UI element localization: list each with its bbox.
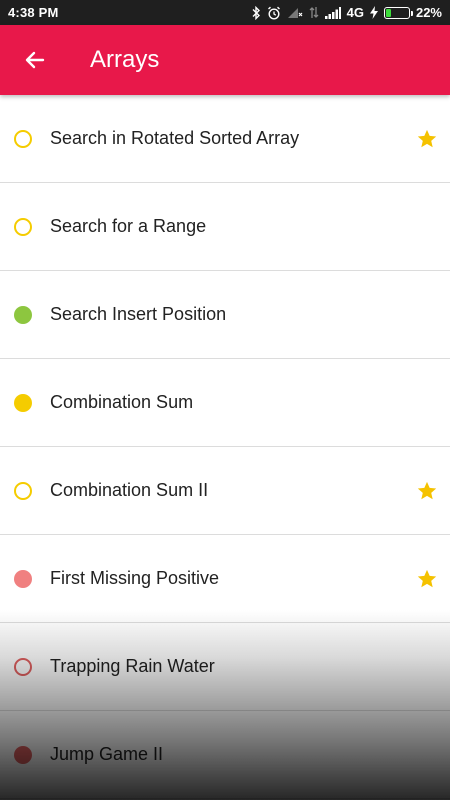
signal-off-icon bbox=[287, 7, 303, 19]
status-dot-icon bbox=[14, 217, 32, 236]
network-type: 4G bbox=[346, 5, 364, 20]
list-item-label: Search Insert Position bbox=[50, 304, 227, 324]
list-item[interactable]: Search for a Range bbox=[0, 183, 450, 271]
status-bar: 4:38 PM 4G 22% bbox=[0, 0, 450, 25]
status-dot-icon bbox=[14, 657, 32, 676]
status-dot-icon bbox=[14, 569, 32, 588]
charging-bolt-icon bbox=[369, 6, 378, 19]
list-item[interactable]: First Missing Positive bbox=[0, 535, 450, 623]
list-item-label: Combination Sum II bbox=[50, 480, 209, 500]
bluetooth-icon bbox=[251, 5, 261, 20]
star-icon[interactable] bbox=[416, 128, 438, 150]
battery-fill bbox=[385, 8, 391, 17]
status-dot-icon bbox=[14, 393, 32, 412]
star-icon[interactable] bbox=[416, 480, 438, 502]
signal-bars-icon bbox=[324, 6, 341, 19]
status-time: 4:38 PM bbox=[8, 5, 59, 20]
list-item[interactable]: Search in Rotated Sorted Array bbox=[0, 95, 450, 183]
alarm-icon bbox=[267, 6, 281, 20]
list-item-label: Search in Rotated Sorted Array bbox=[50, 128, 300, 148]
list-item[interactable]: Jump Game II bbox=[0, 711, 450, 799]
problem-list: Search in Rotated Sorted Array Search for… bbox=[0, 95, 450, 799]
star-icon[interactable] bbox=[416, 568, 438, 590]
status-dot-icon bbox=[14, 305, 32, 324]
battery-icon bbox=[383, 6, 413, 19]
list-item-label: First Missing Positive bbox=[50, 568, 220, 588]
list-item-label: Trapping Rain Water bbox=[50, 656, 215, 676]
data-arrows-icon bbox=[309, 6, 319, 19]
app-bar: Arrays bbox=[0, 25, 450, 95]
list-item[interactable]: Combination Sum bbox=[0, 359, 450, 447]
list-item-label: Search for a Range bbox=[50, 216, 207, 236]
back-button[interactable] bbox=[0, 25, 70, 95]
list-item[interactable]: Search Insert Position bbox=[0, 271, 450, 359]
arrow-left-icon bbox=[25, 51, 45, 69]
list-item-label: Combination Sum bbox=[50, 392, 194, 412]
list-item-label: Jump Game II bbox=[50, 744, 164, 764]
status-icons: 4G 22% bbox=[251, 5, 442, 20]
page-title: Arrays bbox=[90, 46, 160, 73]
status-dot-icon bbox=[14, 745, 32, 764]
list-item[interactable]: Combination Sum II bbox=[0, 447, 450, 535]
status-dot-icon bbox=[14, 129, 32, 148]
list-item[interactable]: Trapping Rain Water bbox=[0, 623, 450, 711]
status-dot-icon bbox=[14, 481, 32, 500]
battery-percent: 22% bbox=[415, 5, 442, 20]
